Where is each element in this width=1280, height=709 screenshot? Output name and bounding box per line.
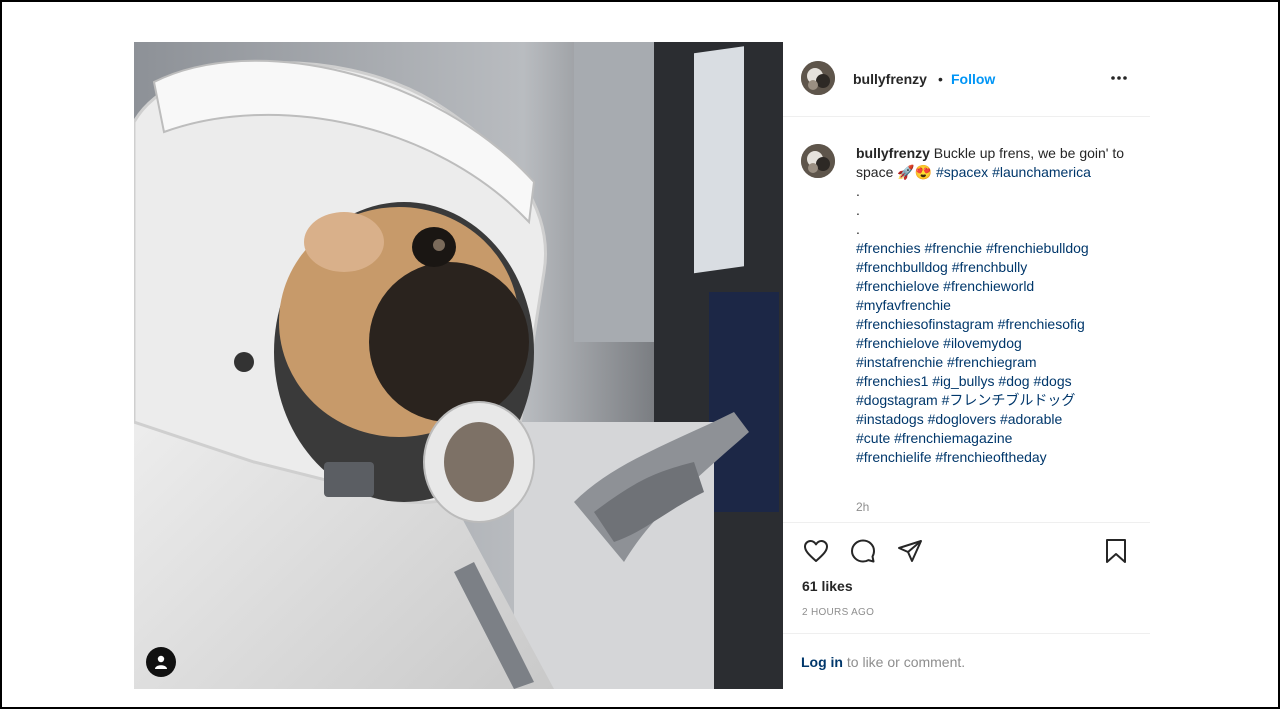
post-sidebar: bullyfrenzy • Follow bullyfrenzy Buckle …: [783, 42, 1150, 689]
caption-username[interactable]: bullyfrenzy: [856, 145, 930, 161]
bookmark-icon[interactable]: [1102, 537, 1130, 565]
hashtag-line[interactable]: #frenchies1 #ig_bullys #dog #dogs: [856, 372, 1126, 391]
more-options-icon[interactable]: [1109, 68, 1129, 88]
login-prompt: Log in to like or comment.: [783, 633, 1150, 690]
hashtag-link[interactable]: #launchamerica: [992, 164, 1091, 180]
comments-area: bullyfrenzy Buckle up frens, we be goin'…: [783, 117, 1150, 522]
hashtag-line[interactable]: #frenchielife #frenchieoftheday: [856, 448, 1126, 467]
hashtag-line[interactable]: #frenchiesofinstagram #frenchiesofig: [856, 315, 1126, 334]
astronaut-dog-image: [134, 42, 783, 689]
login-text: Log in to like or comment.: [801, 654, 965, 670]
header-username[interactable]: bullyfrenzy: [853, 71, 927, 87]
caption-avatar[interactable]: [801, 144, 835, 178]
likes-count[interactable]: 61 likes: [802, 578, 853, 594]
header-separator: •: [938, 71, 943, 87]
share-icon[interactable]: [896, 537, 924, 565]
screen: bullyfrenzy • Follow bullyfrenzy Buckle …: [2, 2, 1278, 707]
hashtag-line[interactable]: #frenchielove #frenchieworld: [856, 277, 1126, 296]
hashtag-line[interactable]: #myfavfrenchie: [856, 296, 1126, 315]
caption-dot: .: [856, 221, 860, 237]
hashtag-line[interactable]: #instadogs #doglovers #adorable: [856, 410, 1126, 429]
hashtag-line[interactable]: #frenchielove #ilovemydog: [856, 334, 1126, 353]
hashtag-line[interactable]: #cute #frenchiemagazine: [856, 429, 1126, 448]
hashtag-line[interactable]: #dogstagram #フレンチブルドッグ: [856, 391, 1126, 410]
heart-icon[interactable]: [802, 537, 830, 565]
user-tag-icon[interactable]: [146, 647, 176, 677]
post-header: bullyfrenzy • Follow: [783, 42, 1150, 117]
post-time-ago[interactable]: 2 HOURS AGO: [802, 607, 874, 618]
comment-timestamp[interactable]: 2h: [856, 500, 869, 514]
caption-dot: .: [856, 202, 860, 218]
avatar[interactable]: [801, 61, 835, 95]
hashtag-line[interactable]: #frenchies #frenchie #frenchiebulldog: [856, 239, 1126, 258]
hashtag-line[interactable]: #instafrenchie #frenchiegram: [856, 353, 1126, 372]
post-caption: bullyfrenzy Buckle up frens, we be goin'…: [856, 144, 1126, 467]
post-photo[interactable]: [134, 42, 783, 689]
hashtag-link[interactable]: #spacex: [936, 164, 988, 180]
comment-icon[interactable]: [849, 537, 877, 565]
follow-button[interactable]: Follow: [951, 71, 995, 87]
login-suffix: to like or comment.: [843, 654, 966, 670]
login-link[interactable]: Log in: [801, 654, 843, 670]
hashtag-line[interactable]: #frenchbulldog #frenchbully: [856, 258, 1126, 277]
caption-dot: .: [856, 183, 860, 199]
